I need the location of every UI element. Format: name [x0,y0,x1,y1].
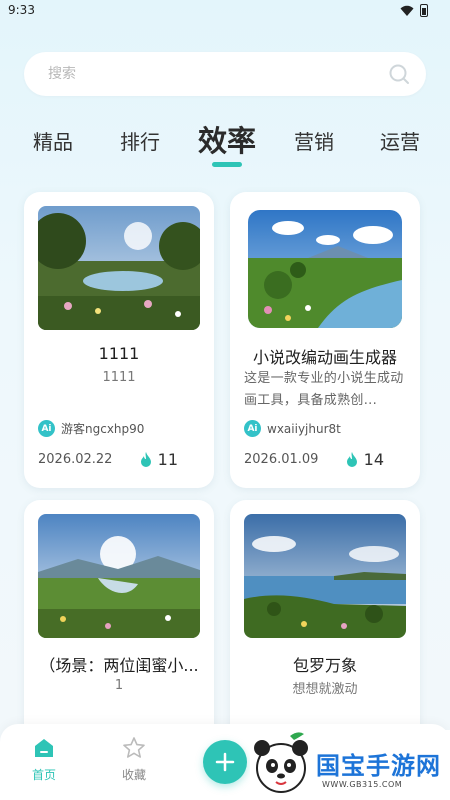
create-button[interactable] [203,740,247,784]
card-thumbnail [244,514,406,638]
card-title: 1111 [98,344,140,363]
nav-home[interactable]: 首页 [14,736,74,783]
card-subtitle: 1111 [102,370,136,385]
card-thumbnail [38,206,200,330]
nav-favorites[interactable]: 收藏 [104,736,164,783]
app-screen: 9:33 精品 排行 效率 营销 运营 [0,0,450,800]
card-date: 2026.02.22 [38,452,113,467]
card-subtitle: 1 [114,678,124,693]
card-date: 2026.01.09 [244,452,319,467]
flame-icon [346,452,357,467]
author-row: Ai 游客ngcxhp90 [38,420,144,437]
star-icon [123,737,145,758]
hot-count: 11 [157,450,178,469]
app-card[interactable]: 小说改编动画生成器 这是一款专业的小说生成动画工具，具备成熟创... Ai wx… [230,192,420,488]
search-icon[interactable] [388,63,410,85]
ai-avatar-icon: Ai [38,420,55,437]
tab-yunying[interactable]: 运营 [380,126,420,155]
author-name: wxaiiyjhur8t [267,421,341,436]
tab-xiaolv[interactable]: 效率 [198,118,256,160]
nav-home-label: 首页 [31,768,56,782]
watermark-url: WWW.GB315.COM [322,780,403,789]
card-title: 包罗万象 [292,656,357,675]
author-name: 游客ngcxhp90 [61,422,145,436]
card-thumbnail [248,210,402,328]
site-watermark: 国宝手游网 WWW.GB315.COM [250,730,450,800]
search-bar[interactable] [24,52,426,96]
battery-icon [420,4,428,17]
hot-count-row: 11 [140,450,178,469]
hot-count: 14 [363,450,384,469]
hot-count-row: 14 [346,450,384,469]
card-thumbnail [38,514,200,638]
ai-avatar-icon: Ai [244,420,261,437]
search-input[interactable] [48,64,368,84]
watermark-text: 国宝手游网 [316,752,441,780]
panda-logo-icon [254,732,308,793]
card-subtitle: 想想就激动 [292,682,358,697]
status-bar: 9:33 [0,0,450,22]
wifi-icon [400,5,414,16]
nav-favorites-label: 收藏 [121,768,146,782]
plus-icon [215,752,235,772]
status-icons [400,4,428,17]
flame-icon [140,452,151,467]
home-icon [35,739,53,757]
app-card[interactable]: 1111 1111 Ai 游客ngcxhp90 2026.02.22 11 [24,192,214,488]
author-row: Ai wxaiiyjhur8t [244,420,341,437]
tab-yingxiao[interactable]: 营销 [294,126,334,155]
card-description: 这是一款专业的小说生成动画工具，具备成熟创... [244,371,404,408]
active-tab-indicator [212,162,242,167]
tab-jingpin[interactable]: 精品 [33,126,73,155]
category-tabs: 精品 排行 效率 营销 运营 [0,118,450,167]
status-time: 9:33 [8,3,35,17]
tab-paihang[interactable]: 排行 [120,126,160,155]
card-title: （场景：两位闺蜜小... [39,656,199,675]
card-title: 小说改编动画生成器 [252,348,397,367]
